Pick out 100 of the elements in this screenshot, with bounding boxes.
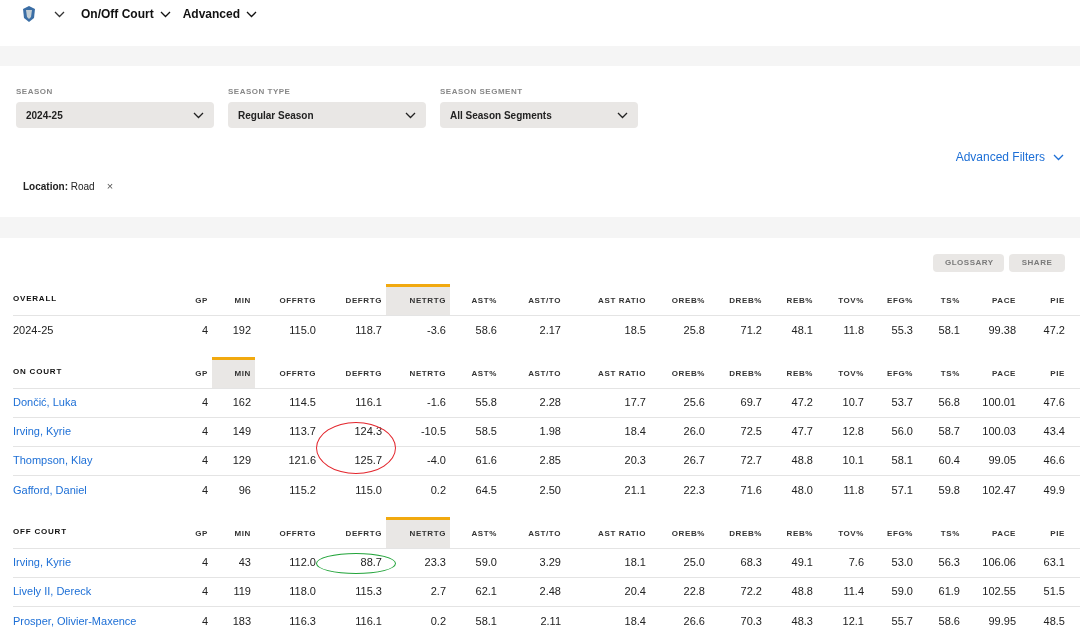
player-link[interactable]: Prosper, Olivier-Maxence bbox=[13, 612, 137, 630]
table-cell-text: 56.0 bbox=[891, 424, 913, 440]
column-header[interactable]: NETRTG bbox=[386, 356, 450, 388]
table-cell-text: 118.0 bbox=[289, 584, 316, 600]
column-header[interactable]: OREB% bbox=[650, 283, 709, 315]
filter-chip-text: Location: Road bbox=[23, 179, 95, 194]
table-cell-text: 63.1 bbox=[1043, 555, 1065, 571]
player-link[interactable]: Irving, Kyrie bbox=[13, 423, 72, 440]
column-header[interactable]: EFG% bbox=[868, 356, 917, 388]
table-cell-text: 43.4 bbox=[1043, 424, 1065, 440]
table-cell-text: 18.4 bbox=[624, 424, 646, 440]
column-header[interactable]: GP bbox=[193, 283, 212, 315]
column-header[interactable]: OFFRTG bbox=[255, 356, 320, 388]
column-header[interactable]: PACE bbox=[964, 516, 1020, 548]
table-cell-text: 7.6 bbox=[848, 555, 864, 571]
chevron-down-icon bbox=[617, 111, 628, 119]
chevron-down-icon bbox=[159, 10, 171, 18]
table-cell-text: 48.3 bbox=[791, 613, 813, 629]
table-cell-text: 4 bbox=[201, 555, 208, 571]
player-link[interactable]: Thompson, Klay bbox=[13, 452, 93, 469]
toolbar-button[interactable]: GLOSSARY bbox=[933, 253, 1004, 272]
table-cell-text: 25.6 bbox=[683, 395, 705, 411]
column-header[interactable]: DREB% bbox=[709, 356, 766, 388]
column-header[interactable]: AST/TO bbox=[501, 356, 565, 388]
table-cell-text: 56.8 bbox=[938, 395, 960, 411]
column-header[interactable]: TOV% bbox=[817, 356, 868, 388]
remove-filter-button[interactable]: × bbox=[106, 178, 114, 195]
column-header[interactable]: OFFRTG bbox=[255, 516, 320, 548]
table-cell-text: 96 bbox=[238, 482, 251, 498]
table-cell-text: 118.7 bbox=[355, 322, 382, 338]
column-header[interactable]: AST RATIO bbox=[565, 283, 650, 315]
column-header[interactable]: AST/TO bbox=[501, 516, 565, 548]
column-header[interactable]: DREB% bbox=[709, 283, 766, 315]
player-link[interactable]: Gafford, Daniel bbox=[13, 481, 87, 499]
column-header[interactable]: AST RATIO bbox=[565, 356, 650, 388]
table-cell-text: 115.0 bbox=[355, 482, 382, 498]
table-cell-text: 4 bbox=[201, 613, 208, 629]
column-header[interactable]: GP bbox=[193, 356, 212, 388]
season-select[interactable]: Regular Season bbox=[228, 102, 426, 128]
column-header[interactable]: DEFRTG bbox=[320, 516, 386, 548]
column-header[interactable]: DREB% bbox=[709, 516, 766, 548]
table-cell-text: 20.4 bbox=[624, 584, 646, 600]
column-header[interactable]: NETRTG bbox=[386, 283, 450, 315]
chevron-down-icon bbox=[246, 10, 257, 18]
column-header[interactable]: REB% bbox=[766, 283, 817, 315]
season-select[interactable]: All Season Segments bbox=[440, 102, 638, 128]
table-cell-text: 48.8 bbox=[791, 453, 813, 469]
column-header[interactable]: PIE bbox=[1020, 356, 1069, 388]
table-cell-text: -3.6 bbox=[427, 322, 446, 338]
column-header[interactable]: TOV% bbox=[817, 516, 868, 548]
nav-dropdown[interactable]: On/Off Court bbox=[81, 5, 171, 23]
column-header[interactable]: OREB% bbox=[650, 356, 709, 388]
table-cell-text: 2.11 bbox=[540, 613, 561, 629]
column-header[interactable]: NETRTG bbox=[386, 516, 450, 548]
column-header[interactable]: AST RATIO bbox=[565, 516, 650, 548]
table-cell-text: 2.85 bbox=[539, 453, 561, 469]
column-header[interactable]: EFG% bbox=[868, 516, 917, 548]
advanced-filters-link[interactable]: Advanced Filters bbox=[955, 148, 1064, 166]
column-header[interactable]: TS% bbox=[917, 283, 964, 315]
column-header[interactable]: EFG% bbox=[868, 283, 917, 315]
column-header[interactable]: PACE bbox=[964, 356, 1020, 388]
column-header[interactable]: REB% bbox=[766, 356, 817, 388]
table-cell-text: 48.5 bbox=[1043, 613, 1065, 629]
column-header[interactable]: REB% bbox=[766, 516, 817, 548]
table-cell-text: 70.3 bbox=[740, 613, 762, 629]
column-header[interactable]: TOV% bbox=[817, 283, 868, 315]
table-cell-text: 72.2 bbox=[740, 584, 762, 600]
column-header[interactable]: OREB% bbox=[650, 516, 709, 548]
column-header[interactable]: AST% bbox=[450, 356, 501, 388]
column-header[interactable]: GP bbox=[193, 516, 212, 548]
column-header[interactable]: MIN bbox=[212, 283, 255, 315]
column-header[interactable]: PIE bbox=[1020, 283, 1069, 315]
column-header[interactable]: PACE bbox=[964, 283, 1020, 315]
player-link[interactable]: Dončić, Luka bbox=[13, 394, 77, 411]
column-header[interactable]: AST% bbox=[450, 283, 501, 315]
chevron-down-icon[interactable] bbox=[54, 10, 65, 18]
column-header[interactable]: DEFRTG bbox=[320, 283, 386, 315]
column-header[interactable]: AST% bbox=[450, 516, 501, 548]
table-cell-text: 64.5 bbox=[475, 482, 497, 498]
player-link[interactable]: Lively II, Dereck bbox=[13, 583, 92, 600]
table-cell-text: 116.1 bbox=[355, 613, 382, 629]
column-header[interactable]: TS% bbox=[917, 356, 964, 388]
column-header[interactable]: PIE bbox=[1020, 516, 1069, 548]
season-label: 2024-25 bbox=[13, 322, 54, 338]
nav-dropdown[interactable]: Advanced bbox=[182, 5, 257, 23]
team-logo-icon[interactable] bbox=[20, 5, 38, 23]
table-cell-text: 21.1 bbox=[624, 482, 646, 498]
toolbar-button[interactable]: SHARE bbox=[1009, 253, 1065, 272]
column-header[interactable]: DEFRTG bbox=[320, 356, 386, 388]
season-select[interactable]: 2024-25 bbox=[16, 102, 214, 128]
player-link[interactable]: Irving, Kyrie bbox=[13, 554, 72, 571]
table-cell-text: 4 bbox=[201, 482, 208, 498]
table-cell-text: 58.1 bbox=[475, 613, 497, 629]
column-header[interactable]: MIN bbox=[212, 516, 255, 548]
table-cell-text: 48.0 bbox=[791, 482, 813, 498]
column-header[interactable]: AST/TO bbox=[501, 283, 565, 315]
column-header[interactable]: OFFRTG bbox=[255, 283, 320, 315]
column-header[interactable]: MIN bbox=[212, 356, 255, 388]
table-cell-text: 192 bbox=[232, 322, 251, 338]
column-header[interactable]: TS% bbox=[917, 516, 964, 548]
